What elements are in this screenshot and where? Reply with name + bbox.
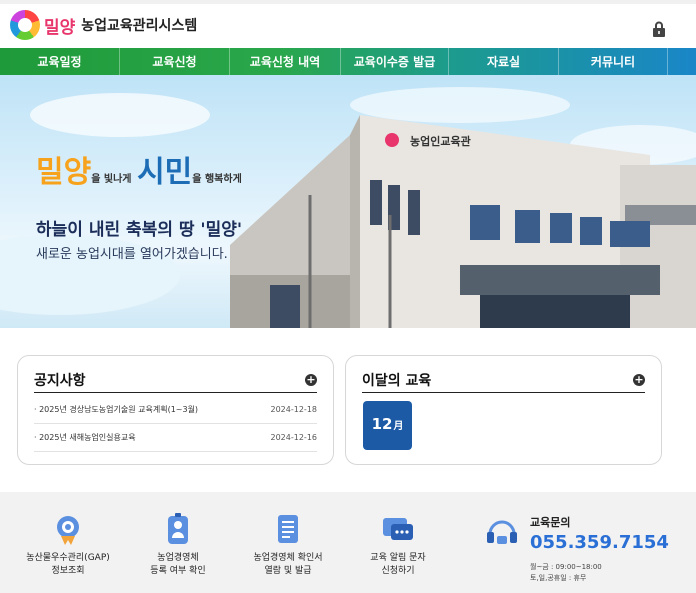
svc-label-line2: 열람 및 발급: [264, 566, 312, 576]
logo-title: 농업교육관리시스템: [81, 18, 198, 34]
monthly-divider: [362, 392, 645, 393]
notice-item-date: 2024-12-18: [270, 405, 318, 414]
notice-item-date: 2024-12-16: [270, 433, 318, 442]
notice-card: 공지사항 + · 2025년 경상남도농업기술원 교육계획(1~3월) 2024…: [17, 355, 334, 465]
education-building-image: 농업인교육관: [230, 115, 696, 328]
svc-label-line1: 농업경영체 확인서: [253, 553, 323, 563]
headset-icon: [487, 520, 517, 544]
notice-more-icon[interactable]: +: [305, 374, 317, 386]
svc-label-line2: 정보조회: [51, 566, 85, 576]
contact-title: 교육문의: [530, 516, 571, 529]
nav-item-apply-history[interactable]: 교육신청 내역: [230, 48, 341, 75]
slogan-citizen: 시민: [137, 155, 193, 190]
monthly-more-icon[interactable]: +: [633, 374, 645, 386]
notice-item-text: · 2025년 경상남도농업기술원 교육계획(1~3월): [34, 405, 199, 414]
document-icon: [278, 515, 298, 543]
hero-subline: 새로운 농업시대를 열어가겠습니다.: [36, 247, 228, 262]
contact-hours: 월~금 : 09:00~18:00 토,일,공휴일 : 휴무: [530, 562, 602, 584]
site-logo[interactable]: 밀양 농업교육관리시스템: [10, 10, 197, 40]
svc-label-line1: 농업경영체: [157, 553, 199, 563]
hero-slogan: 밀양을 빛나게 시민을 행복하게: [36, 147, 242, 191]
building-sign: 농업인교육관: [410, 134, 471, 148]
month-badge[interactable]: 12 月: [363, 401, 412, 450]
monthly-education-card: 이달의 교육 + 12 月: [345, 355, 662, 465]
message-icon: [383, 518, 413, 540]
contact-hours-weekend: 토,일,공휴일 : 휴무: [530, 574, 587, 582]
gap-info-link[interactable]: 농산물우수관리(GAP) 정보조회: [18, 512, 118, 578]
svc-label-line1: 농산물우수관리(GAP): [26, 553, 110, 563]
person-icon: [168, 513, 188, 544]
svc-label-line1: 교육 알림 문자: [370, 553, 426, 563]
top-header: 밀양 농업교육관리시스템: [0, 0, 696, 48]
nav-item-archive[interactable]: 자료실: [449, 48, 559, 75]
notice-item[interactable]: · 2025년 새해농업인실용교육 2024-12-16: [34, 424, 317, 452]
nav-item-community[interactable]: 커뮤니티: [559, 48, 668, 75]
nav-item-certificate[interactable]: 교육이수증 발급: [341, 48, 449, 75]
farm-registration-link[interactable]: 농업경영체등록 여부 확인: [128, 512, 228, 578]
contact-phone[interactable]: 055.359.7154: [530, 532, 669, 553]
notice-title: 공지사항: [34, 373, 86, 389]
svc-label-line2: 신청하기: [381, 566, 415, 576]
lock-icon[interactable]: [652, 21, 666, 37]
nav-item-apply[interactable]: 교육신청: [120, 48, 230, 75]
sms-alert-link[interactable]: 교육 알림 문자신청하기: [348, 512, 448, 578]
slogan-city-sub: 을 빛나게: [91, 174, 132, 185]
main-nav: 교육일정 교육신청 교육신청 내역 교육이수증 발급 자료실 커뮤니티: [0, 48, 696, 75]
month-unit: 月: [393, 421, 404, 432]
notice-item-text: · 2025년 새해농업인실용교육: [34, 433, 136, 442]
notice-divider: [34, 392, 317, 393]
hero-headline: 하늘이 내린 축복의 땅 '밀양': [36, 220, 243, 240]
farm-certificate-link[interactable]: 농업경영체 확인서열람 및 발급: [238, 512, 338, 578]
contact-hours-weekday: 월~금 : 09:00~18:00: [530, 563, 602, 571]
gear-badge-icon: [57, 516, 79, 545]
month-number: 12: [371, 415, 393, 433]
slogan-city: 밀양: [36, 155, 92, 190]
svc-label-line2: 등록 여부 확인: [150, 566, 206, 576]
monthly-title: 이달의 교육: [362, 373, 432, 389]
logo-city-name: 밀양: [44, 17, 76, 38]
logo-flower-icon: [10, 10, 40, 40]
hero-banner: 밀양을 빛나게 시민을 행복하게 하늘이 내린 축복의 땅 '밀양' 새로운 농…: [0, 75, 696, 328]
quick-services-bar: 농산물우수관리(GAP) 정보조회 농업경영체등록 여부 확인 농업경영체 확인서…: [0, 492, 696, 593]
nav-item-schedule[interactable]: 교육일정: [0, 48, 120, 75]
notice-item[interactable]: · 2025년 경상남도농업기술원 교육계획(1~3월) 2024-12-18: [34, 396, 317, 424]
